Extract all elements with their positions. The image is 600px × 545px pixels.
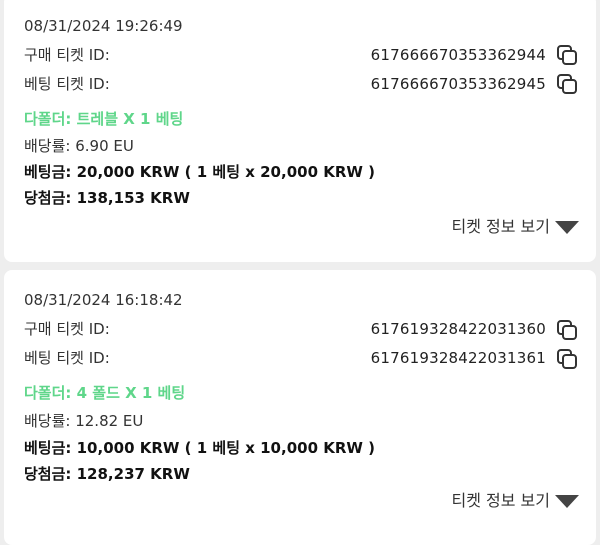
- stake-text: 베팅금: 20,000 KRW ( 1 베팅 x 20,000 KRW ): [24, 163, 376, 181]
- bet-ticket-id: 617666670353362945: [370, 75, 546, 93]
- copy-icon[interactable]: [556, 319, 578, 341]
- odds-text: 배당률: 6.90 EU: [24, 137, 134, 155]
- purchase-ticket-label: 구매 티켓 ID:: [24, 320, 110, 338]
- view-ticket-info-label: 티켓 정보 보기: [451, 491, 551, 510]
- purchase-ticket-id: 617619328422031360: [370, 320, 546, 338]
- bet-type: 다폴더: 4 폴드 X 1 베팅: [24, 384, 186, 402]
- purchase-ticket-label: 구매 티켓 ID:: [24, 46, 110, 64]
- bet-ticket-id: 617619328422031361: [370, 349, 546, 367]
- ticket-datetime: 08/31/2024 19:26:49: [24, 17, 183, 35]
- copy-icon[interactable]: [556, 73, 578, 95]
- caret-down-icon: [555, 221, 579, 234]
- winnings-text: 당첨금: 128,237 KRW: [24, 465, 190, 483]
- winnings-text: 당첨금: 138,153 KRW: [24, 189, 190, 207]
- stake-text: 베팅금: 10,000 KRW ( 1 베팅 x 10,000 KRW ): [24, 439, 376, 457]
- view-ticket-info-button[interactable]: 티켓 정보 보기: [452, 216, 581, 238]
- bet-type: 다폴더: 트레블 X 1 베팅: [24, 110, 184, 128]
- purchase-ticket-id: 617666670353362944: [370, 46, 546, 64]
- view-ticket-info-button[interactable]: 티켓 정보 보기: [452, 490, 581, 512]
- view-ticket-info-label: 티켓 정보 보기: [451, 217, 551, 236]
- bet-ticket-label: 베팅 티켓 ID:: [24, 75, 110, 93]
- ticket-card: 08/31/2024 19:26:49 구매 티켓 ID: 6176666703…: [4, 0, 596, 262]
- ticket-card: 08/31/2024 16:18:42 구매 티켓 ID: 6176193284…: [4, 270, 596, 545]
- odds-text: 배당률: 12.82 EU: [24, 412, 144, 430]
- ticket-datetime: 08/31/2024 16:18:42: [24, 291, 183, 309]
- copy-icon[interactable]: [556, 348, 578, 370]
- caret-down-icon: [555, 495, 579, 508]
- bet-ticket-label: 베팅 티켓 ID:: [24, 349, 110, 367]
- copy-icon[interactable]: [556, 44, 578, 66]
